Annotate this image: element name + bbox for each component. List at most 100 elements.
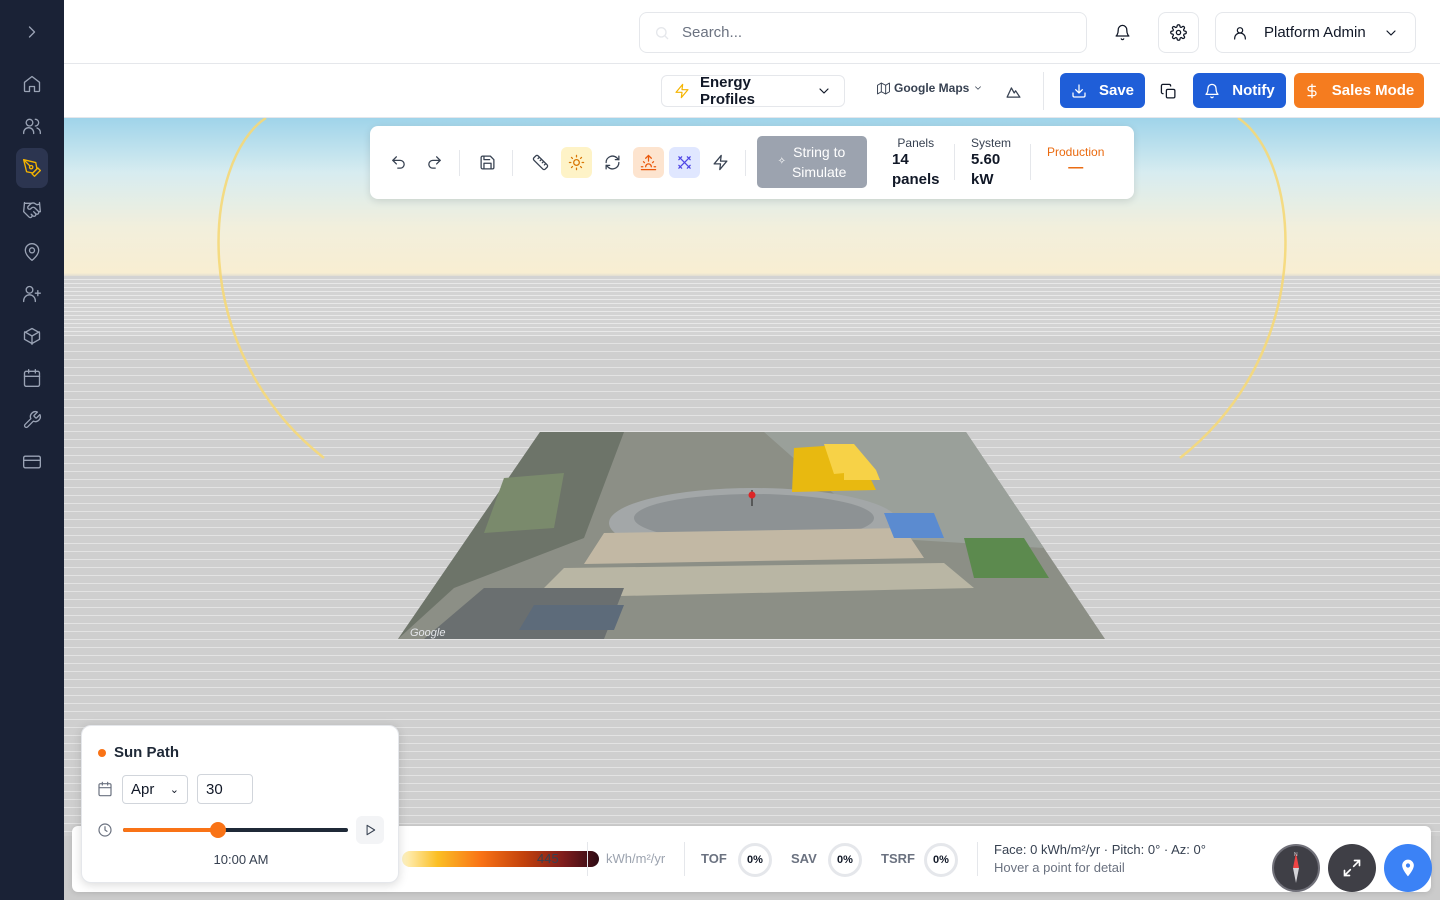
status-dot bbox=[98, 748, 106, 757]
refresh-icon bbox=[605, 155, 620, 170]
chevron-down-icon: ⌄ bbox=[169, 784, 179, 796]
lightning-icon bbox=[713, 154, 728, 171]
sidebar-item-add-user[interactable] bbox=[16, 274, 48, 314]
map-pin-icon bbox=[24, 243, 40, 261]
sales-mode-label: Sales Mode bbox=[1331, 82, 1415, 99]
gear-icon bbox=[1170, 24, 1187, 41]
wrench-icon bbox=[23, 411, 41, 429]
save-label: Save bbox=[1098, 82, 1135, 99]
play-animation-button[interactable] bbox=[356, 816, 384, 844]
energy-profiles-label: Energy Profiles bbox=[700, 74, 756, 108]
measure-button[interactable] bbox=[525, 147, 556, 178]
time-slider-thumb[interactable] bbox=[209, 822, 226, 838]
sidebar-item-home[interactable] bbox=[16, 64, 48, 104]
package-icon bbox=[23, 327, 41, 345]
time-slider-fill bbox=[123, 828, 218, 832]
production-stat: Production — bbox=[1047, 145, 1104, 176]
design-toolbar: Energy Profiles Google Maps Save Notify … bbox=[64, 64, 1440, 118]
search-icon bbox=[656, 26, 669, 39]
download-icon bbox=[1072, 83, 1086, 98]
tof-label: TOF bbox=[701, 851, 727, 866]
duplicate-button[interactable] bbox=[1156, 79, 1180, 103]
time-slider[interactable] bbox=[123, 822, 348, 838]
unit-label: kWh/m²/yr bbox=[606, 851, 666, 866]
user-name: Platform Admin bbox=[1264, 24, 1366, 41]
string-button-line2: Simulate bbox=[791, 164, 847, 180]
user-menu[interactable]: Platform Admin bbox=[1215, 12, 1416, 53]
save-button[interactable]: Save bbox=[1060, 73, 1145, 108]
bar-divider bbox=[977, 842, 978, 876]
sav-label: SAV bbox=[791, 851, 817, 866]
notifications-button[interactable] bbox=[1102, 12, 1143, 53]
bell-icon bbox=[1205, 83, 1219, 98]
calendar-icon bbox=[97, 781, 113, 797]
system-key: System bbox=[971, 136, 1012, 150]
sales-mode-button[interactable]: Sales Mode bbox=[1294, 73, 1424, 108]
lightning-icon bbox=[675, 83, 689, 99]
sidebar-item-sites[interactable] bbox=[16, 232, 48, 272]
sidebar-item-billing[interactable] bbox=[16, 442, 48, 482]
day-input[interactable]: 30 bbox=[197, 774, 253, 804]
shading-button[interactable] bbox=[633, 147, 664, 178]
chevron-down-icon bbox=[819, 88, 829, 94]
sidebar-item-customers[interactable] bbox=[16, 106, 48, 146]
bar-divider bbox=[684, 842, 685, 876]
system-value-number: 5.60 bbox=[971, 151, 1001, 168]
energy-profiles-dropdown[interactable]: Energy Profiles bbox=[661, 74, 845, 108]
fullscreen-button[interactable] bbox=[1328, 844, 1376, 892]
string-to-simulate-button[interactable]: ✧ String to Simulate bbox=[757, 136, 867, 188]
panels-value-unit: panels bbox=[892, 171, 940, 188]
tool-divider bbox=[512, 150, 513, 176]
recenter-location-button[interactable] bbox=[1384, 844, 1432, 892]
irradiance-color-scale bbox=[402, 851, 599, 867]
expand-icon bbox=[1343, 859, 1361, 877]
panel-layout-button[interactable] bbox=[669, 147, 700, 178]
save-design-button[interactable] bbox=[472, 147, 503, 178]
sidebar-item-products[interactable] bbox=[16, 316, 48, 356]
chevron-right-icon bbox=[28, 26, 36, 38]
month-value: Apr bbox=[131, 781, 155, 798]
panels-stat: Panels 14 panels bbox=[892, 136, 940, 190]
tool-divider bbox=[459, 150, 460, 176]
stat-divider bbox=[954, 144, 955, 180]
undo-button[interactable] bbox=[383, 147, 414, 178]
settings-button[interactable] bbox=[1158, 12, 1199, 53]
refresh-button[interactable] bbox=[597, 147, 628, 178]
notify-label: Notify bbox=[1232, 82, 1275, 99]
sidebar-item-tools[interactable] bbox=[16, 400, 48, 440]
sidebar-item-design[interactable] bbox=[16, 148, 48, 188]
tof-gauge: 0% bbox=[738, 843, 772, 877]
production-key: Production bbox=[1047, 145, 1105, 159]
production-value: — bbox=[1068, 159, 1084, 176]
map-provider-label: Google Maps bbox=[894, 81, 970, 95]
electrical-button[interactable] bbox=[705, 147, 736, 178]
compass-control[interactable]: N bbox=[1272, 844, 1320, 892]
month-select[interactable]: Apr ⌄ bbox=[122, 775, 188, 804]
sun-path-card: Sun Path Apr ⌄ 30 10:00 AM bbox=[81, 725, 399, 883]
notify-button[interactable]: Notify bbox=[1193, 73, 1286, 108]
aerial-map-tile: Google bbox=[398, 432, 1105, 639]
search-input[interactable] bbox=[682, 24, 1062, 41]
terrain-toggle-button[interactable] bbox=[1001, 79, 1025, 103]
sun-toggle-button[interactable] bbox=[561, 147, 592, 178]
chevron-down-icon bbox=[975, 86, 982, 90]
sidebar-item-deals[interactable] bbox=[16, 190, 48, 230]
sidebar-item-calendar[interactable] bbox=[16, 358, 48, 398]
bell-icon bbox=[1115, 24, 1130, 41]
stat-divider bbox=[1030, 144, 1031, 180]
redo-icon bbox=[428, 156, 441, 169]
sun-path-header: Sun Path bbox=[98, 744, 179, 761]
dollar-icon bbox=[1307, 83, 1317, 98]
expand-sidebar-button[interactable] bbox=[16, 12, 48, 52]
home-icon bbox=[23, 75, 41, 93]
string-button-line1: String to bbox=[793, 144, 846, 160]
map-provider-dropdown[interactable]: Google Maps bbox=[877, 81, 983, 95]
search-box[interactable] bbox=[639, 12, 1087, 53]
system-stat: System 5.60 kW bbox=[971, 136, 1011, 190]
ruler-icon bbox=[532, 154, 549, 171]
handshake-icon bbox=[23, 201, 41, 219]
scale-max-value: 445 bbox=[537, 851, 559, 866]
panels-key: Panels bbox=[897, 136, 935, 150]
svg-text:Google: Google bbox=[410, 627, 445, 639]
redo-button[interactable] bbox=[419, 147, 450, 178]
